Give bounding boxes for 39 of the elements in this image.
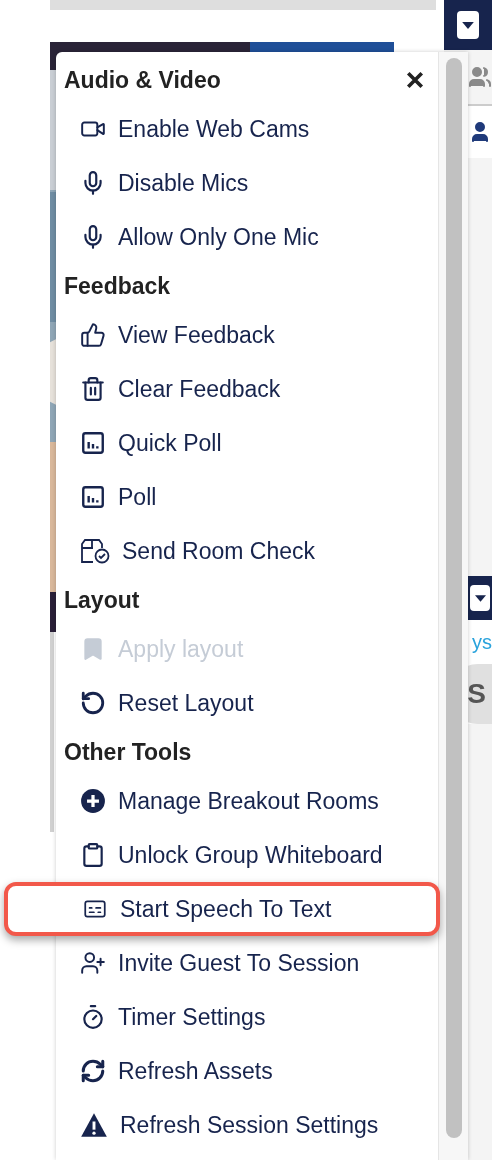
menu-item[interactable]: Disable Mics (56, 156, 438, 210)
menu-item[interactable]: Send Room Check (56, 524, 438, 578)
menu-item[interactable]: Timer Settings (56, 990, 438, 1044)
section-heading: Layout (64, 585, 140, 615)
menu-item[interactable]: Allow Only One Mic (56, 210, 438, 264)
menu-item[interactable]: Refresh Session Settings (56, 1098, 438, 1152)
people-icon[interactable] (468, 65, 492, 89)
add-circle-icon (80, 788, 106, 814)
timer-icon (80, 1004, 106, 1030)
refresh-icon (80, 1058, 106, 1084)
menu-item[interactable]: Refresh Assets (56, 1044, 438, 1098)
thumbs-up-icon (80, 322, 106, 348)
menu-item[interactable]: Clear Feedback (56, 362, 438, 416)
reset-icon (80, 690, 106, 716)
section-heading: Other Tools (64, 737, 192, 767)
menu-item[interactable]: Enable Web Cams (56, 102, 438, 156)
caret-down-icon (474, 594, 486, 602)
menu-item[interactable]: Reset Layout (56, 676, 438, 730)
dropdown-button[interactable] (470, 585, 490, 611)
close-icon[interactable] (406, 71, 424, 89)
warning-icon (80, 1112, 108, 1138)
caret-down-icon (462, 21, 474, 29)
user-plus-icon (80, 950, 106, 976)
menu-item[interactable]: Quick Poll (56, 416, 438, 470)
bar-chart-icon (80, 484, 106, 510)
section-heading: Audio & Video (64, 65, 221, 95)
menu-item[interactable]: Invite Guest To Session (56, 936, 438, 990)
menu-item[interactable]: Poll (56, 470, 438, 524)
trash-icon (80, 376, 106, 402)
section-heading: Feedback (64, 271, 171, 301)
room-check-icon (80, 538, 110, 564)
scrollbar-thumb[interactable] (445, 58, 462, 1138)
dropdown-button[interactable] (457, 11, 479, 39)
clipboard-icon (80, 842, 106, 868)
menu-item[interactable]: Manage Breakout Rooms (56, 774, 438, 828)
menu-item[interactable]: Unlock Group Whiteboard (56, 828, 438, 882)
menu-item[interactable]: Start Speech To Text (4, 882, 440, 936)
menu-item[interactable]: View Feedback (56, 308, 438, 362)
bar-chart-icon (80, 430, 106, 456)
